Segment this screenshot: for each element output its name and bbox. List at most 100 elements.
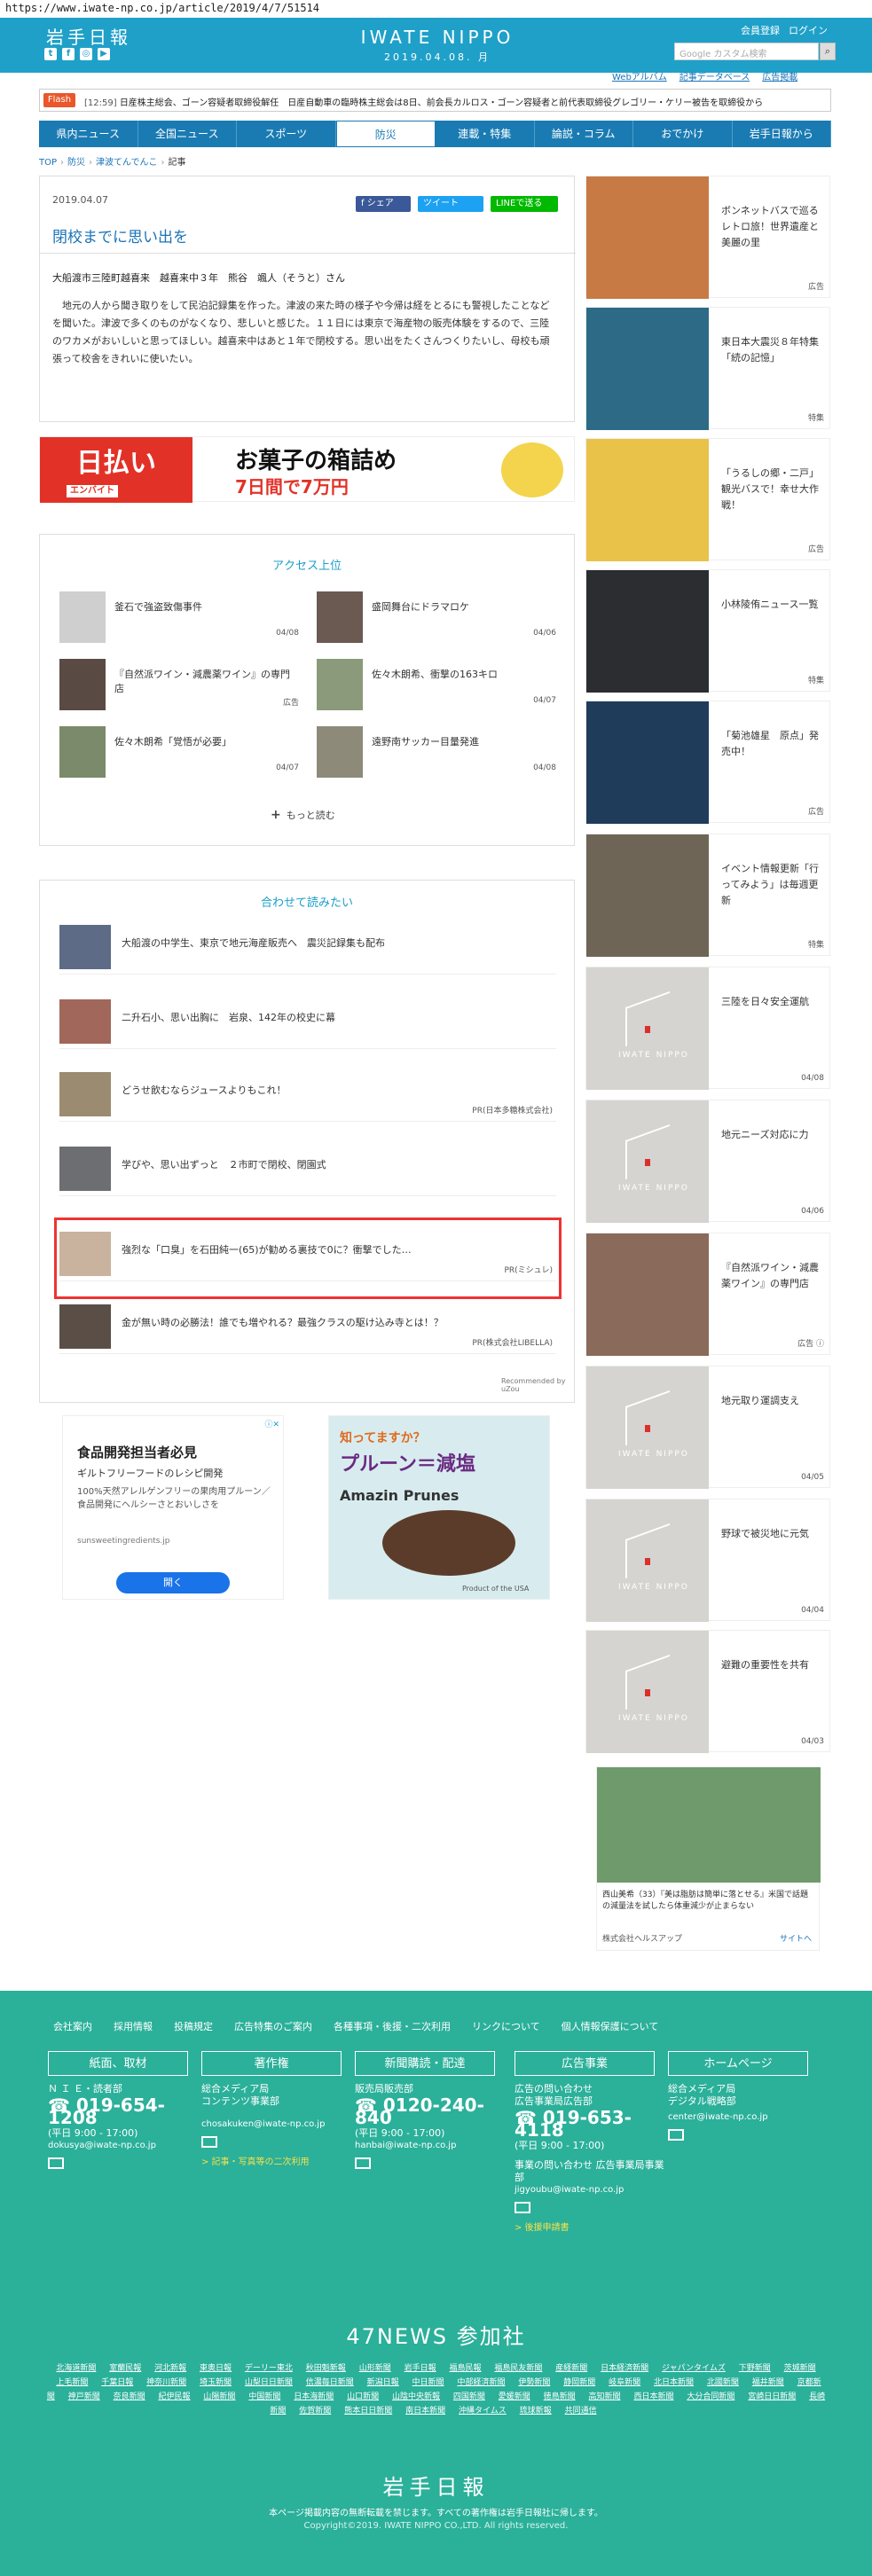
banner-ad[interactable]: 日払い エンバイト お菓子の箱詰め 7日間で7万円 [39, 436, 575, 503]
nav-prefecture-news[interactable]: 県内ニュース [39, 121, 138, 147]
web-album-link[interactable]: Webアルバム [612, 69, 667, 82]
list-item[interactable]: 『自然派ワイン・減農薬ワイン』の専門店 広告 [59, 659, 299, 716]
email-link[interactable]: dokusya@iwate-np.co.jp [48, 2140, 199, 2152]
partner-paper-link[interactable]: 愛媛新聞 [499, 2392, 530, 2401]
partner-paper-link[interactable]: 中日新聞 [412, 2378, 444, 2387]
instagram-icon[interactable]: ◎ [80, 48, 92, 60]
footer-link[interactable]: 広告特集のご案内 [234, 2019, 312, 2033]
partner-paper-link[interactable]: 岐阜新聞 [609, 2378, 640, 2387]
login-link[interactable]: ログイン [789, 23, 828, 37]
partner-paper-link[interactable]: 下野新聞 [739, 2364, 771, 2373]
nav-outing[interactable]: おでかけ [633, 121, 733, 147]
facebook-icon[interactable]: f [62, 48, 75, 60]
footer-box-coverage[interactable]: 紙面、取材 [48, 2051, 188, 2076]
footer-box-homepage[interactable]: ホームページ [668, 2051, 808, 2076]
phone-number[interactable]: ☎ 0120-240-840 [355, 2096, 506, 2126]
main-logo[interactable]: IWATE NIPPO 2019.04.08. 月 [353, 27, 522, 64]
partner-paper-link[interactable]: 神戸新聞 [68, 2392, 100, 2401]
sidebar-card[interactable]: IWATE NIPPO 地元ニーズ対応に力 04/06 [585, 1100, 830, 1223]
partner-paper-link[interactable]: 北日本新聞 [654, 2378, 694, 2387]
text-ad[interactable]: ⓘ✕ 食品開発担当者必見 ギルトフリーフードのレシピ開発 100%天然アレルゲン… [62, 1415, 284, 1600]
sidebar-card[interactable]: 小林陵侑ニュース一覧 特集 [585, 569, 830, 693]
partner-paper-link[interactable]: 琉球新報 [520, 2407, 552, 2415]
partner-paper-link[interactable]: 上毛新聞 [56, 2378, 88, 2387]
partner-paper-link[interactable]: 伊勢新聞 [518, 2378, 550, 2387]
partner-paper-link[interactable]: 室蘭民報 [109, 2364, 141, 2373]
partner-paper-link[interactable]: 茨城新聞 [784, 2364, 816, 2373]
email-link[interactable]: hanbai@iwate-np.co.jp [355, 2140, 506, 2152]
footer-box-copyright[interactable]: 著作権 [201, 2051, 342, 2076]
partner-paper-link[interactable]: 北海道新聞 [56, 2364, 96, 2373]
sidebar-card[interactable]: IWATE NIPPO 地元取り運調支え 04/05 [585, 1366, 830, 1489]
flash-text[interactable]: [12:59] 日産株主総会、ゴーン容疑者取締役解任 日産自動車の臨時株主総会は… [84, 95, 829, 108]
partner-paper-link[interactable]: 山陽新聞 [203, 2392, 235, 2401]
partner-paper-link[interactable]: 福島民報 [449, 2364, 481, 2373]
phone-number[interactable]: ☎ 019-653-4118 [515, 2109, 665, 2139]
partner-paper-link[interactable]: 山陰中央新報 [392, 2392, 440, 2401]
partner-paper-link[interactable]: 福井新聞 [752, 2378, 784, 2387]
ad-site-link[interactable]: サイトへ [780, 1932, 812, 1944]
search-icon[interactable]: ⌕ [820, 43, 836, 60]
partner-paper-link[interactable]: 日本海新聞 [294, 2392, 334, 2401]
nav-disaster[interactable]: 防災 [335, 121, 436, 147]
list-item[interactable]: 学びや、思い出ずっと ２市町で閉校、閉園式 [59, 1147, 556, 1196]
partner-paper-link[interactable]: 東奥日報 [200, 2364, 232, 2373]
search-input[interactable]: Google カスタム検索 [674, 43, 819, 60]
sidebar-card[interactable]: 東日本大震災８年特集「続の記憶」 特集 [585, 307, 830, 430]
nav-sports[interactable]: スポーツ [237, 121, 336, 147]
footer-box-ads[interactable]: 広告事業 [515, 2051, 655, 2076]
list-item[interactable]: どうせ飲むならジュースよりもこれ！ PR(日本多糖株式会社) [59, 1072, 556, 1122]
crumb-disaster[interactable]: 防災 [67, 158, 85, 168]
secondary-use-link[interactable]: > 記事・写真等の二次利用 [201, 2157, 352, 2169]
partner-paper-link[interactable]: 河北新報 [154, 2364, 186, 2373]
footer-link[interactable]: 投稿規定 [174, 2019, 213, 2033]
partner-paper-link[interactable]: デーリー東北 [245, 2364, 293, 2373]
partner-paper-link[interactable]: 西日本新聞 [633, 2392, 673, 2401]
register-link[interactable]: 会員登録 [741, 23, 780, 37]
partner-paper-link[interactable]: 共同通信 [565, 2407, 597, 2415]
article-db-link[interactable]: 記事データベース [680, 69, 750, 82]
sidebar-card[interactable]: 『自然派ワイン・減農薬ワイン』の専門店 広告 ⓘ [585, 1233, 830, 1356]
partner-paper-link[interactable]: 北國新聞 [707, 2378, 739, 2387]
ad-open-button[interactable]: 開く [116, 1572, 230, 1593]
sidebar-card[interactable]: IWATE NIPPO 野球で被災地に元気 04/04 [585, 1499, 830, 1622]
sidebar-card[interactable]: IWATE NIPPO 三陸を日々安全運航 04/08 [585, 967, 830, 1090]
partner-paper-link[interactable]: 日本経済新聞 [601, 2364, 648, 2373]
crumb-top[interactable]: TOP [39, 158, 57, 168]
facebook-share-button[interactable]: f シェア [356, 196, 411, 212]
mail-icon[interactable] [48, 2157, 64, 2169]
sidebar-card[interactable]: 「うるしの郷・二戸」観光バスで！幸せ大作戦！ 広告 [585, 438, 830, 561]
partner-paper-link[interactable]: 中部経済新聞 [457, 2378, 505, 2387]
partner-paper-link[interactable]: 産経新聞 [555, 2364, 587, 2373]
adchoices-icon[interactable]: ⓘ✕ [264, 1418, 279, 1429]
flash-news-bar[interactable]: Flash [12:59] 日産株主総会、ゴーン容疑者取締役解任 日産自動車の臨… [39, 89, 831, 112]
youtube-icon[interactable]: ▶ [98, 48, 110, 60]
list-item[interactable]: 大船渡の中学生、東京で地元海産販売へ 震災記録集も配布 [59, 925, 556, 975]
footer-box-subscription[interactable]: 新聞購読・配達 [355, 2051, 495, 2076]
footer-link[interactable]: 各種事項・後援・二次利用 [334, 2019, 451, 2033]
partner-paper-link[interactable]: 沖縄タイムス [459, 2407, 507, 2415]
partner-paper-link[interactable]: 中国新聞 [248, 2392, 280, 2401]
partner-paper-link[interactable]: 四国新聞 [453, 2392, 485, 2401]
sidebar-card[interactable]: イベント情報更新「行ってみよう」は毎週更新 特集 [585, 834, 830, 957]
partner-paper-link[interactable]: 千葉日報 [101, 2378, 133, 2387]
partner-paper-link[interactable]: 熊本日日新聞 [344, 2407, 392, 2415]
twitter-icon[interactable]: t [44, 48, 57, 60]
partner-paper-link[interactable]: 信濃毎日新聞 [306, 2378, 354, 2387]
partner-paper-link[interactable]: 山梨日日新聞 [245, 2378, 293, 2387]
list-item[interactable]: 佐々木朗希、衝撃の163キロ 04/07 [317, 659, 556, 716]
partner-paper-link[interactable]: 徳島新聞 [544, 2392, 576, 2401]
partner-paper-link[interactable]: 新潟日報 [367, 2378, 399, 2387]
sidebar-ad[interactable]: 西山美希（33）『美は脂肪は簡単に落とせる』米国で話題の減量法を試したら体重減少… [596, 1766, 821, 1951]
partner-paper-link[interactable]: 秋田魁新報 [306, 2364, 346, 2373]
footer-link[interactable]: 採用情報 [114, 2019, 153, 2033]
nav-from-nippo[interactable]: 岩手日報から [733, 121, 831, 147]
partner-paper-link[interactable]: 高知新聞 [589, 2392, 621, 2401]
ad-link[interactable]: 広告掲載 [762, 69, 797, 82]
nav-editorial[interactable]: 論説・コラム [535, 121, 633, 147]
footer-logo[interactable]: 岩手日報 [0, 2470, 872, 2501]
nav-series[interactable]: 連載・特集 [436, 121, 535, 147]
partner-paper-link[interactable]: 静岡新聞 [563, 2378, 595, 2387]
tweet-button[interactable]: ツイート [418, 196, 483, 212]
crumb-tsunami[interactable]: 津波てんでんこ [96, 158, 158, 168]
